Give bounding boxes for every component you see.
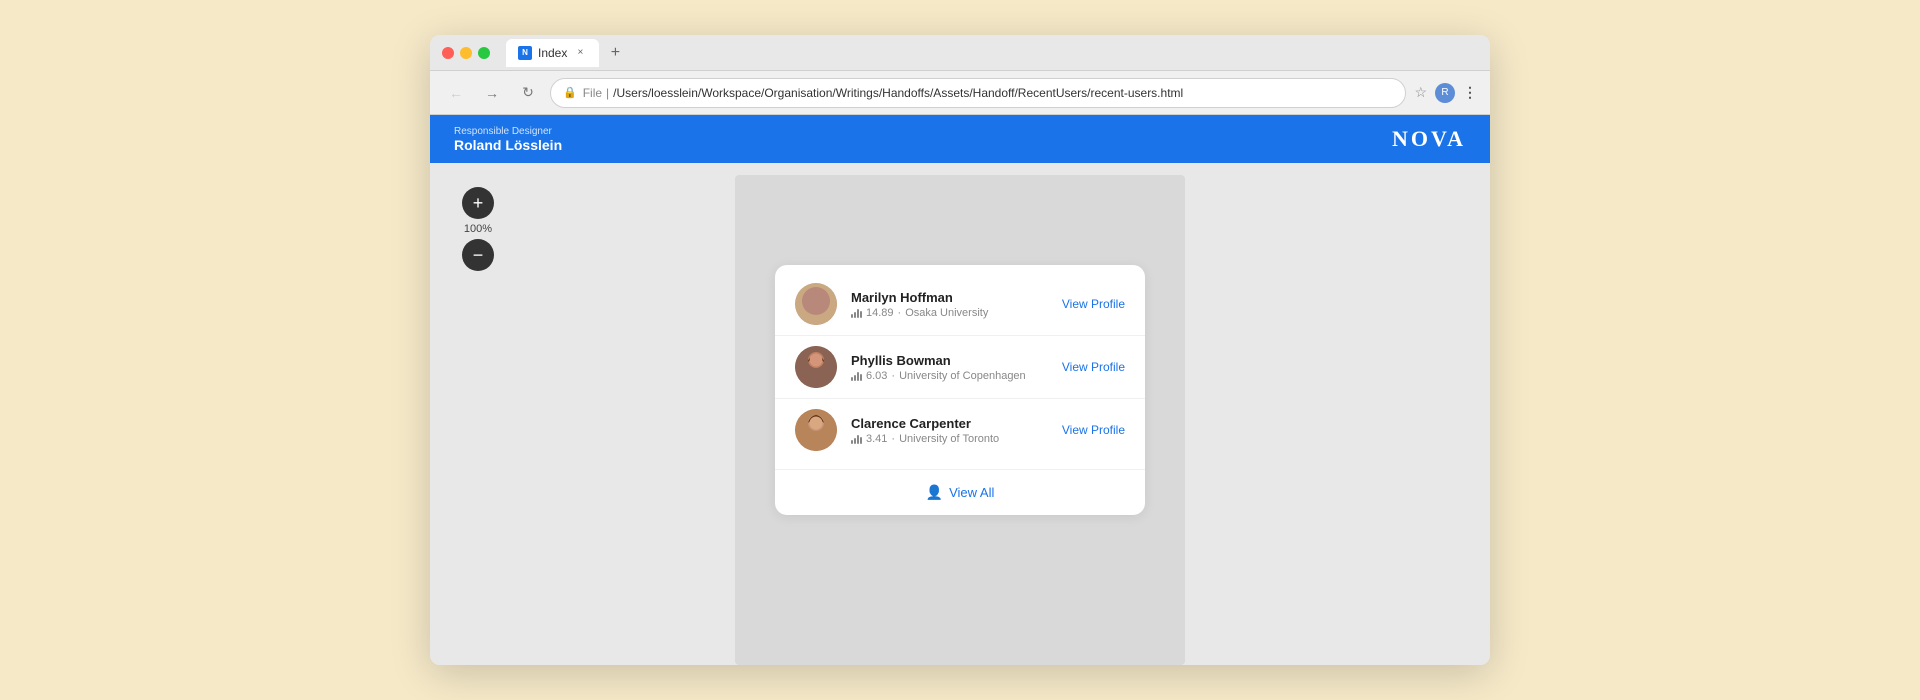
user-name: Marilyn Hoffman xyxy=(851,290,1048,305)
user-score: 6.03 xyxy=(866,370,887,382)
menu-icon[interactable]: ⋮ xyxy=(1463,84,1478,101)
tab-bar: N Index × + xyxy=(506,39,1478,67)
user-name: Phyllis Bowman xyxy=(851,353,1048,368)
view-all-button[interactable]: 👤 View All xyxy=(775,470,1145,515)
user-meta: 6.03 · University of Copenhagen xyxy=(851,370,1048,382)
users-icon: 👤 xyxy=(926,484,943,501)
page-content: Responsible Designer Roland Lösslein NOV… xyxy=(430,115,1490,665)
list-item: Phyllis Bowman 6.03 xyxy=(775,335,1145,398)
header-left: Responsible Designer Roland Lösslein xyxy=(454,126,562,153)
user-list: Marilyn Hoffman 14.89 xyxy=(775,265,1145,469)
profile-avatar[interactable]: R xyxy=(1435,83,1455,103)
user-university: University of Copenhagen xyxy=(899,370,1026,382)
recent-users-card: Marilyn Hoffman 14.89 xyxy=(775,265,1145,515)
bookmark-icon[interactable]: ☆ xyxy=(1414,84,1427,101)
stats-icon xyxy=(851,371,862,381)
stats-icon xyxy=(851,434,862,444)
close-button[interactable] xyxy=(442,47,454,59)
active-tab[interactable]: N Index × xyxy=(506,39,599,67)
title-bar: N Index × + xyxy=(430,35,1490,71)
user-name: Clarence Carpenter xyxy=(851,416,1048,431)
canvas-background: Marilyn Hoffman 14.89 xyxy=(735,175,1185,665)
view-profile-button[interactable]: View Profile xyxy=(1062,297,1125,311)
stats-icon xyxy=(851,308,862,318)
view-profile-button[interactable]: View Profile xyxy=(1062,360,1125,374)
list-item: Marilyn Hoffman 14.89 xyxy=(775,273,1145,335)
nova-logo: NOVA xyxy=(1392,126,1466,152)
traffic-lights xyxy=(442,47,490,59)
header-designer-name: Roland Lösslein xyxy=(454,137,562,153)
view-profile-button[interactable]: View Profile xyxy=(1062,423,1125,437)
url-path: /Users/loesslein/Workspace/Organisation/… xyxy=(613,86,1183,100)
url-file-label: File xyxy=(583,86,602,100)
user-info: Clarence Carpenter 3.41 xyxy=(851,416,1048,445)
minimize-button[interactable] xyxy=(460,47,472,59)
back-button[interactable]: ← xyxy=(442,79,470,107)
tab-title: Index xyxy=(538,46,567,60)
user-info: Marilyn Hoffman 14.89 xyxy=(851,290,1048,319)
reload-button[interactable]: ↻ xyxy=(514,79,542,107)
tab-close-icon[interactable]: × xyxy=(573,46,587,60)
user-university: University of Toronto xyxy=(899,433,999,445)
zoom-level: 100% xyxy=(464,223,492,235)
security-icon: 🔒 xyxy=(563,86,577,99)
user-info: Phyllis Bowman 6.03 xyxy=(851,353,1048,382)
avatar xyxy=(795,283,837,325)
address-bar: ← → ↻ 🔒 File | /Users/loesslein/Workspac… xyxy=(430,71,1490,115)
new-tab-button[interactable]: + xyxy=(603,41,627,65)
header-subtitle: Responsible Designer xyxy=(454,126,562,137)
main-area: + 100% − xyxy=(430,163,1490,665)
maximize-button[interactable] xyxy=(478,47,490,59)
view-all-label: View All xyxy=(949,485,994,500)
tab-favicon-icon: N xyxy=(518,46,532,60)
user-score: 14.89 xyxy=(866,307,894,319)
browser-window: N Index × + ← → ↻ 🔒 File | /Users/loessl… xyxy=(430,35,1490,665)
canvas-area: Marilyn Hoffman 14.89 xyxy=(430,163,1490,665)
user-meta: 3.41 · University of Toronto xyxy=(851,433,1048,445)
user-university: Osaka University xyxy=(905,307,988,319)
user-meta: 14.89 · Osaka University xyxy=(851,307,1048,319)
zoom-out-button[interactable]: − xyxy=(462,239,494,271)
zoom-in-button[interactable]: + xyxy=(462,187,494,219)
avatar xyxy=(795,346,837,388)
app-header: Responsible Designer Roland Lösslein NOV… xyxy=(430,115,1490,163)
user-score: 3.41 xyxy=(866,433,887,445)
forward-button[interactable]: → xyxy=(478,79,506,107)
url-separator: | xyxy=(606,86,609,100)
avatar xyxy=(795,409,837,451)
zoom-controls: + 100% − xyxy=(462,187,494,271)
address-field[interactable]: 🔒 File | /Users/loesslein/Workspace/Orga… xyxy=(550,78,1406,108)
list-item: Clarence Carpenter 3.41 xyxy=(775,398,1145,461)
